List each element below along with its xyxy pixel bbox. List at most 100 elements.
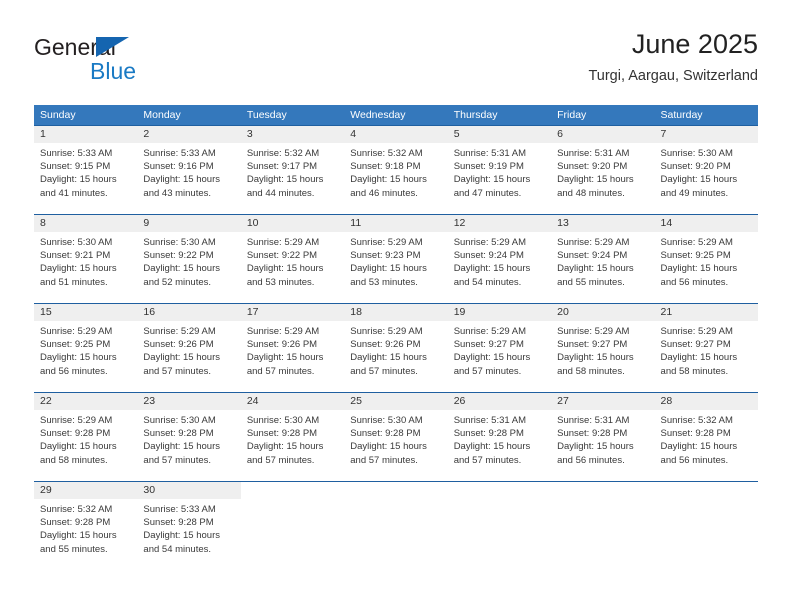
day-number: 6 [551,126,655,143]
weekday-header-wednesday: Wednesday [350,109,406,121]
daylight-text-line1: Daylight: 15 hours [246,352,324,364]
daylight-text-line1: Daylight: 15 hours [557,174,634,186]
daylight-text-line2: and 57 minutes. [246,454,315,466]
day-cell[interactable]: 14 Sunrise: 5:29 AM Sunset: 9:25 PM Dayligh… [654,215,758,303]
day-details: Sunrise: 5:30 AM Sunset: 9:28 PM Daylight:… [241,410,344,467]
sunset-text: Sunset: 9:28 PM [557,428,628,440]
sunrise-text: Sunrise: 5:31 AM [453,148,527,159]
sunrise-text: Sunrise: 5:29 AM [660,237,733,248]
day-number [551,482,655,499]
day-details: Sunrise: 5:31 AM Sunset: 9:19 PM Daylight:… [448,143,551,200]
sunset-text: Sunset: 9:24 PM [453,250,524,262]
daylight-text-line1: Daylight: 15 hours [40,263,117,275]
day-number: 30 [137,482,241,499]
sunset-text: Sunset: 9:16 PM [143,161,214,173]
day-number: 17 [240,304,345,321]
daylight-text-line1: Daylight: 15 hours [143,352,220,364]
logo-triangle-icon [96,37,129,57]
day-cell[interactable]: 7 Sunrise: 5:30 AM Sunset: 9:20 PM Daylight… [654,126,758,214]
day-details [241,499,344,503]
day-cell[interactable]: 22 Sunrise: 5:29 AM Sunset: 9:28 PM Dayligh… [34,393,138,481]
day-cell[interactable]: 30 Sunrise: 5:33 AM Sunset: 9:28 PM Dayligh… [137,482,241,570]
sunset-text: Sunset: 9:26 PM [246,339,318,351]
sunset-text: Sunset: 9:22 PM [246,250,318,262]
sunset-text: Sunset: 9:18 PM [350,161,421,173]
day-cell[interactable]: 27 Sunrise: 5:31 AM Sunset: 9:28 PM Dayligh… [551,393,655,481]
sunrise-text: Sunrise: 5:31 AM [557,148,630,159]
day-number: 13 [551,215,655,232]
title-block: June 2025 Turgi, Aargau, Switzerland [588,28,758,86]
day-details [448,499,551,503]
daylight-text-line2: and 57 minutes. [143,365,212,377]
day-cell[interactable]: 5 Sunrise: 5:31 AM Sunset: 9:19 PM Daylight… [447,126,552,214]
day-cell[interactable]: 4 Sunrise: 5:32 AM Sunset: 9:18 PM Daylight… [344,126,448,214]
day-details: Sunrise: 5:29 AM Sunset: 9:25 PM Daylight:… [34,321,137,378]
day-number [240,482,345,499]
day-cell[interactable]: 6 Sunrise: 5:31 AM Sunset: 9:20 PM Daylight… [551,126,655,214]
sunrise-text: Sunrise: 5:33 AM [143,148,216,159]
sunrise-text: Sunrise: 5:29 AM [40,326,113,337]
daylight-text-line1: Daylight: 15 hours [660,441,738,453]
daylight-text-line2: and 53 minutes. [246,276,315,288]
day-number [447,482,552,499]
day-cell-empty [240,482,345,570]
general-blue-logo[interactable]: General Blue [34,34,214,90]
sunrise-text: Sunrise: 5:32 AM [246,148,320,159]
day-details [344,499,447,503]
day-cell[interactable]: 18 Sunrise: 5:29 AM Sunset: 9:26 PM Dayligh… [344,304,448,392]
day-cell[interactable]: 2 Sunrise: 5:33 AM Sunset: 9:16 PM Daylight… [137,126,241,214]
daylight-text-line2: and 57 minutes. [143,454,212,466]
sunrise-text: Sunrise: 5:30 AM [143,237,216,248]
day-cell[interactable]: 25 Sunrise: 5:30 AM Sunset: 9:28 PM Dayligh… [344,393,448,481]
day-cell[interactable]: 17 Sunrise: 5:29 AM Sunset: 9:26 PM Dayligh… [240,304,345,392]
sunrise-text: Sunrise: 5:29 AM [453,326,527,337]
day-cell[interactable]: 28 Sunrise: 5:32 AM Sunset: 9:28 PM Dayligh… [654,393,758,481]
sunrise-text: Sunrise: 5:29 AM [350,326,423,337]
sunset-text: Sunset: 9:20 PM [557,161,628,173]
day-cell[interactable]: 10 Sunrise: 5:29 AM Sunset: 9:22 PM Dayligh… [240,215,345,303]
sunset-text: Sunset: 9:28 PM [660,428,731,440]
day-cell[interactable]: 21 Sunrise: 5:29 AM Sunset: 9:27 PM Dayligh… [654,304,758,392]
day-cell[interactable]: 1 Sunrise: 5:33 AM Sunset: 9:15 PM Daylight… [34,126,138,214]
day-cell[interactable]: 26 Sunrise: 5:31 AM Sunset: 9:28 PM Dayligh… [447,393,552,481]
daylight-text-line2: and 52 minutes. [143,276,212,288]
weekday-header-thursday: Thursday [453,109,498,121]
day-cell[interactable]: 23 Sunrise: 5:30 AM Sunset: 9:28 PM Dayligh… [137,393,241,481]
daylight-text-line1: Daylight: 15 hours [350,263,427,275]
page-header: General Blue June 2025 Turgi, Aargau, Sw… [34,28,758,98]
day-cell[interactable]: 15 Sunrise: 5:29 AM Sunset: 9:25 PM Dayligh… [34,304,138,392]
day-details: Sunrise: 5:29 AM Sunset: 9:27 PM Daylight:… [655,321,758,378]
day-cell[interactable]: 13 Sunrise: 5:29 AM Sunset: 9:24 PM Dayligh… [551,215,655,303]
day-details: Sunrise: 5:33 AM Sunset: 9:15 PM Daylight:… [34,143,137,200]
sunset-text: Sunset: 9:28 PM [143,428,214,440]
day-cell[interactable]: 12 Sunrise: 5:29 AM Sunset: 9:24 PM Dayligh… [447,215,552,303]
day-number: 23 [137,393,241,410]
day-number: 14 [654,215,758,232]
daylight-text-line1: Daylight: 15 hours [557,352,634,364]
day-cell[interactable]: 8 Sunrise: 5:30 AM Sunset: 9:21 PM Daylight… [34,215,138,303]
day-cell[interactable]: 20 Sunrise: 5:29 AM Sunset: 9:27 PM Dayligh… [551,304,655,392]
day-number: 5 [447,126,552,143]
day-number: 19 [447,304,552,321]
daylight-text-line1: Daylight: 15 hours [143,530,220,542]
sunset-text: Sunset: 9:28 PM [40,428,111,440]
day-number: 22 [34,393,138,410]
day-cell[interactable]: 19 Sunrise: 5:29 AM Sunset: 9:27 PM Dayligh… [447,304,552,392]
daylight-text-line2: and 58 minutes. [40,454,108,466]
day-cell[interactable]: 24 Sunrise: 5:30 AM Sunset: 9:28 PM Dayligh… [240,393,345,481]
day-cell[interactable]: 16 Sunrise: 5:29 AM Sunset: 9:26 PM Dayligh… [137,304,241,392]
day-cell[interactable]: 11 Sunrise: 5:29 AM Sunset: 9:23 PM Dayligh… [344,215,448,303]
daylight-text-line2: and 54 minutes. [453,276,522,288]
daylight-text-line2: and 58 minutes. [557,365,625,377]
daylight-text-line2: and 51 minutes. [40,276,108,288]
day-cell[interactable]: 29 Sunrise: 5:32 AM Sunset: 9:28 PM Dayligh… [34,482,138,570]
daylight-text-line2: and 53 minutes. [350,276,418,288]
day-cell[interactable]: 3 Sunrise: 5:32 AM Sunset: 9:17 PM Daylight… [240,126,345,214]
sunrise-text: Sunrise: 5:33 AM [40,148,113,159]
daylight-text-line1: Daylight: 15 hours [557,263,634,275]
daylight-text-line1: Daylight: 15 hours [40,441,117,453]
day-cell[interactable]: 9 Sunrise: 5:30 AM Sunset: 9:22 PM Daylight… [137,215,241,303]
logo-text-blue: Blue [90,58,137,84]
daylight-text-line2: and 57 minutes. [350,454,418,466]
daylight-text-line2: and 57 minutes. [246,365,315,377]
